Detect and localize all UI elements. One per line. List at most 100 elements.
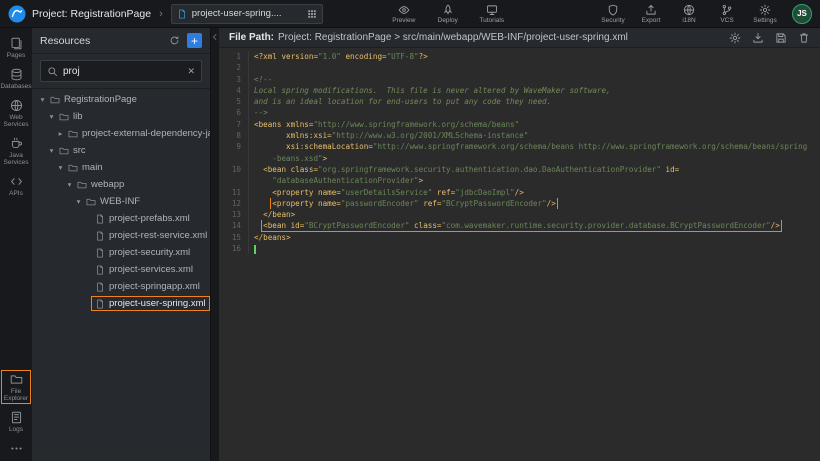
expand-arrow-icon[interactable]: ▾	[47, 112, 56, 121]
tree-item[interactable]: project-user-spring.xml	[32, 295, 210, 312]
delete-button[interactable]	[798, 32, 810, 44]
code-editor[interactable]: 1<?xml version="1.0" encoding="UTF-8"?>2…	[219, 48, 820, 461]
topbar-action-preview[interactable]: Preview	[391, 4, 417, 24]
expand-arrow-icon[interactable]: ▾	[74, 197, 83, 206]
tree-item[interactable]: project-springapp.xml	[32, 278, 210, 295]
sidebar-item-label: Web Services	[1, 114, 31, 128]
code-line[interactable]: -beans.xsd">	[219, 153, 820, 164]
topbar-action-settings[interactable]: Settings	[752, 4, 778, 24]
folder-icon	[77, 180, 87, 190]
line-number	[219, 175, 249, 186]
code-line[interactable]: 3<!--	[219, 74, 820, 85]
expand-arrow-icon[interactable]: ▾	[38, 95, 47, 104]
code-line[interactable]: 12 <property name="passwordEncoder" ref=…	[219, 198, 820, 209]
sidebar-item-web-services[interactable]: Web Services	[1, 96, 31, 130]
code-line[interactable]: 6-->	[219, 107, 820, 118]
tree-item[interactable]: ▾webapp	[32, 176, 210, 193]
topbar-action-security[interactable]: Security	[600, 4, 626, 24]
sidebar-item-apis[interactable]: APIs	[1, 172, 31, 199]
file-path-label: File Path:	[229, 32, 274, 43]
tree-item-label: project-security.xml	[109, 247, 190, 258]
save-button[interactable]	[775, 32, 787, 44]
line-number: 8	[219, 130, 249, 141]
line-number: 5	[219, 96, 249, 107]
tree-item[interactable]: project-prefabs.xml	[32, 210, 210, 227]
gear-icon	[759, 4, 771, 16]
tree-item-label: project-services.xml	[109, 264, 193, 275]
download-button[interactable]	[752, 32, 764, 44]
user-avatar[interactable]: JS	[792, 4, 812, 24]
tree-item[interactable]: ▾ lib	[32, 108, 210, 125]
globe-icon	[10, 99, 23, 112]
code-line[interactable]: 7<beans xmlns="http://www.springframewor…	[219, 119, 820, 130]
topbar-action-deploy[interactable]: Deploy	[435, 4, 461, 24]
topbar-action-tutorials[interactable]: Tutorials	[479, 4, 505, 24]
folder-icon	[59, 146, 69, 156]
resource-search-box: ✕	[40, 60, 202, 82]
line-number: 2	[219, 62, 249, 73]
editor-header: File Path: Project: RegistrationPage > s…	[219, 28, 820, 48]
add-resource-button[interactable]: +	[187, 33, 202, 48]
tree-item[interactable]: project-security.xml	[32, 244, 210, 261]
code-line[interactable]: 9 xsi:schemaLocation="http://www.springf…	[219, 141, 820, 152]
topbar-action-label: Preview	[392, 17, 415, 24]
sidebar-item-databases[interactable]: Databases	[1, 65, 31, 92]
wavemaker-logo-icon[interactable]	[8, 5, 26, 23]
expand-arrow-icon[interactable]: ▾	[47, 146, 56, 155]
line-number: 4	[219, 85, 249, 96]
sidebar-item-pages[interactable]: Pages	[1, 34, 31, 61]
expand-arrow-icon[interactable]: ▸	[56, 129, 65, 138]
line-number	[219, 153, 249, 164]
topbar-action-export[interactable]: Export	[638, 4, 664, 24]
clear-search-icon[interactable]: ✕	[187, 66, 195, 77]
code-line[interactable]: 15</beans>	[219, 232, 820, 243]
code-line[interactable]: 8 xmlns:xsi="http://www.w3.org/2001/XMLS…	[219, 130, 820, 141]
topbar-action-i18n[interactable]: i18N	[676, 4, 702, 24]
tree-item-label: lib	[73, 111, 83, 122]
code-line[interactable]: 14 <bean id="BCryptPasswordEncoder" clas…	[219, 220, 820, 231]
sidebar-item-logs[interactable]: Logs	[1, 408, 31, 435]
code-line[interactable]: 2	[219, 62, 820, 73]
line-number: 12	[219, 198, 249, 209]
refresh-icon[interactable]	[169, 35, 180, 46]
branch-icon	[721, 4, 733, 16]
code-line[interactable]: 1<?xml version="1.0" encoding="UTF-8"?>	[219, 51, 820, 62]
sidebar-item-file-explorer[interactable]: File Explorer	[1, 370, 31, 404]
collapse-panel-icon[interactable]	[211, 33, 219, 461]
settings-button[interactable]	[729, 32, 741, 44]
tree-item[interactable]: ▾RegistrationPage	[32, 91, 210, 108]
code-line[interactable]: 16	[219, 243, 820, 254]
tree-item[interactable]: ▾main	[32, 159, 210, 176]
topbar-action-label: Deploy	[438, 17, 458, 24]
more-icon	[10, 442, 23, 455]
expand-arrow-icon[interactable]: ▾	[65, 180, 74, 189]
file-selector-dropdown[interactable]: project-user-spring....	[171, 4, 323, 24]
folder-icon	[50, 95, 60, 105]
tree-item[interactable]: ▾WEB-INF	[32, 193, 210, 210]
folder-icon	[86, 197, 96, 207]
resource-search-input[interactable]	[63, 66, 182, 77]
sidebar-item-label: Java Services	[1, 152, 31, 166]
grid-icon[interactable]	[307, 9, 317, 19]
expand-arrow-icon[interactable]: ▾	[56, 163, 65, 172]
doc-icon	[95, 299, 105, 309]
tree-item[interactable]: project-services.xml	[32, 261, 210, 278]
code-line[interactable]: "databaseAuthenticationProvider">	[219, 175, 820, 186]
export-icon	[645, 4, 657, 16]
sidebar-item-java-services[interactable]: Java Services	[1, 134, 31, 168]
topbar-action-vcs[interactable]: VCS	[714, 4, 740, 24]
line-number: 15	[219, 232, 249, 243]
code-line[interactable]: 4Local spring modifications. This file i…	[219, 85, 820, 96]
tree-item[interactable]: ▸project-external-dependency-jars	[32, 125, 210, 142]
sidebar-item-more[interactable]	[1, 439, 31, 457]
tree-item[interactable]: project-rest-service.xml	[32, 227, 210, 244]
code-line[interactable]: 5and is an ideal location for end-users …	[219, 96, 820, 107]
tree-item[interactable]: ▾src	[32, 142, 210, 159]
tree-item-label: project-springapp.xml	[109, 281, 200, 292]
sidebar-item-label: File Explorer	[1, 388, 31, 402]
monitor-icon	[486, 4, 498, 16]
code-line[interactable]: 11 <property name="userDetailsService" r…	[219, 187, 820, 198]
tree-item-label: project-rest-service.xml	[109, 230, 207, 241]
code-line[interactable]: 10 <bean class="org.springframework.secu…	[219, 164, 820, 175]
code-line[interactable]: 13 </bean>	[219, 209, 820, 220]
